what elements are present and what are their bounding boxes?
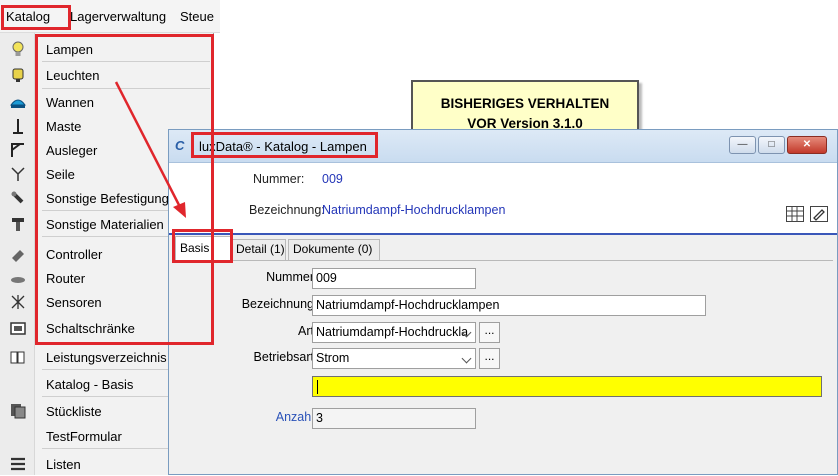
highlighted-input-field[interactable] <box>312 376 822 397</box>
art-browse-button[interactable]: ... <box>479 322 500 343</box>
tab-dokumente[interactable]: Dokumente (0) <box>288 239 380 260</box>
tab-basis[interactable]: Basis <box>175 236 232 261</box>
betriebsart-select-value: Strom <box>316 351 350 365</box>
close-button[interactable]: ✕ <box>787 136 827 154</box>
note-line-1: BISHERIGES VERHALTEN <box>440 96 610 111</box>
chevron-down-icon <box>461 353 472 364</box>
nummer-field[interactable]: 009 <box>312 268 476 289</box>
menu-item-label: Sensoren <box>46 295 102 310</box>
material-icon <box>12 218 24 231</box>
text-cursor <box>317 380 318 394</box>
maximize-button[interactable]: □ <box>758 136 785 154</box>
anzahl-field: 3 <box>312 408 476 429</box>
menu-item-label: Sonstige Befestigung <box>46 191 169 206</box>
tab-strip: Basis Detail (1) Dokumente (0) <box>169 235 837 261</box>
menu-bar: Katalog Lagerverwaltung Steue <box>0 0 220 33</box>
menu-katalog[interactable]: Katalog <box>6 9 50 24</box>
menu-item-label: Stückliste <box>46 404 102 419</box>
katalog-lampen-window: C luxData® - Katalog - Lampen — □ ✕ Numm… <box>168 129 838 475</box>
tub-icon <box>10 99 26 108</box>
anzahl-label: Anzahl <box>275 410 314 424</box>
header-bezeichnung-label: Bezeichnung: <box>249 203 325 217</box>
luminaire-icon <box>12 68 24 82</box>
window-titlebar[interactable]: C luxData® - Katalog - Lampen — □ ✕ <box>169 130 837 163</box>
app-logo-icon: C <box>175 138 185 153</box>
menu-item-label: Wannen <box>46 95 94 110</box>
controller-icon <box>12 250 24 262</box>
menu-steuerung[interactable]: Steue <box>180 9 214 24</box>
router-icon <box>11 277 25 283</box>
window-title: luxData® - Katalog - Lampen <box>199 139 367 154</box>
nummer-label: Nummer <box>266 270 314 284</box>
table-grid-icon[interactable] <box>786 206 804 222</box>
menu-item-label: Maste <box>46 119 82 134</box>
minimize-button[interactable]: — <box>729 136 756 154</box>
menu-item-label: TestFormular <box>46 429 122 444</box>
menu-item-label: Lampen <box>46 42 93 57</box>
bracket-arm-icon <box>11 143 24 157</box>
betriebsart-browse-button[interactable]: ... <box>479 348 500 369</box>
bulb-icon <box>12 41 24 56</box>
menu-item-wannen[interactable]: Wannen <box>0 90 213 114</box>
betriebsart-select[interactable]: Strom <box>312 348 476 369</box>
menu-item-label: Schaltschränke <box>46 321 135 336</box>
sensor-icon <box>11 295 25 309</box>
parts-list-icon <box>11 404 26 419</box>
rope-icon <box>11 167 25 181</box>
book-icon <box>10 351 25 364</box>
menu-item-lampen[interactable]: Lampen <box>0 37 213 61</box>
header-bezeichnung-value: Natriumdampf-Hochdrucklampen <box>322 203 506 217</box>
edit-record-icon[interactable] <box>810 206 828 222</box>
header-nummer-value: 009 <box>322 172 343 186</box>
header-nummer-label: Nummer: <box>253 172 305 186</box>
menu-item-label: Katalog - Basis <box>46 377 134 392</box>
menu-item-label: Leuchten <box>46 68 100 83</box>
menu-item-label: Router <box>46 271 86 286</box>
art-select[interactable]: Natriumdampf-Hochdruckla <box>312 322 476 343</box>
art-select-value: Natriumdampf-Hochdruckla <box>316 325 469 339</box>
menu-item-label: Sonstige Materialien <box>46 217 164 232</box>
fixture-icon <box>11 191 24 204</box>
menu-item-label: Leistungsverzeichnis <box>46 350 167 365</box>
cabinet-icon <box>10 322 26 335</box>
basis-tab-panel: Nummer 009 Bezeichnung Natriumdampf-Hoch… <box>173 260 833 474</box>
menu-item-leuchten[interactable]: Leuchten <box>0 63 213 87</box>
menu-item-label: Controller <box>46 247 103 262</box>
bezeichnung-label: Bezeichnung <box>241 297 314 311</box>
list-icon <box>11 457 25 471</box>
mast-icon <box>13 119 23 134</box>
record-header: Nummer: 009 Bezeichnung: Natriumdampf-Ho… <box>169 163 837 235</box>
bezeichnung-field[interactable]: Natriumdampf-Hochdrucklampen <box>312 295 706 316</box>
menu-item-label: Ausleger <box>46 143 98 158</box>
menu-lagerverwaltung[interactable]: Lagerverwaltung <box>70 9 166 24</box>
betriebsart-label: Betriebsart <box>253 350 314 364</box>
menu-item-label: Listen <box>46 457 81 472</box>
tab-detail[interactable]: Detail (1) <box>231 239 286 260</box>
menu-item-label: Seile <box>46 167 75 182</box>
